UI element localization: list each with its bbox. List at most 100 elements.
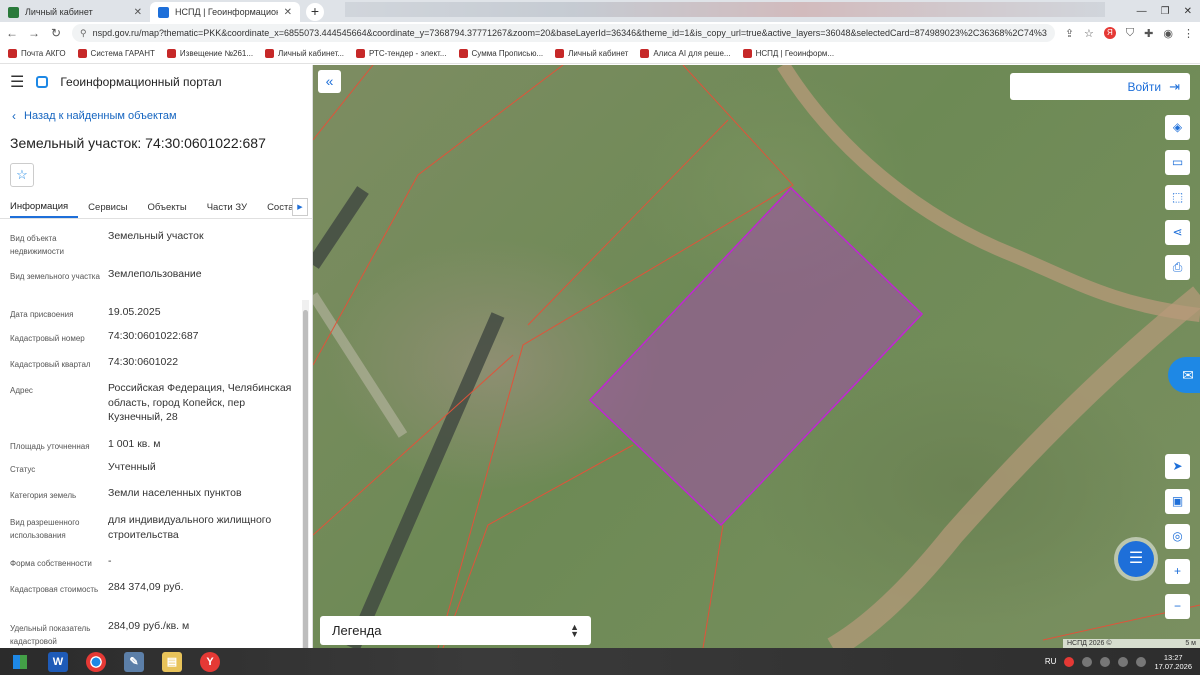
close-icon[interactable]: ✕ bbox=[134, 7, 142, 18]
clock-date: 17.07.2026 bbox=[1154, 661, 1192, 671]
browser-tab-nspd[interactable]: НСПД | Геоинформационный п ✕ bbox=[150, 2, 300, 22]
browser-tab-cabinet[interactable]: Личный кабинет ✕ bbox=[0, 2, 150, 22]
gps-button[interactable]: ◎ bbox=[1165, 524, 1190, 549]
bookmark-item[interactable]: Личный кабинет bbox=[555, 49, 628, 58]
print-icon: ⎙ bbox=[1172, 260, 1183, 274]
reload-icon[interactable]: ↻ bbox=[50, 26, 62, 40]
zoom-in-icon: + bbox=[1173, 564, 1181, 578]
zoom-out-button[interactable]: − bbox=[1165, 594, 1190, 619]
window-controls: — ❐ ✕ bbox=[1137, 6, 1200, 22]
select-icon: ⬚ bbox=[1171, 190, 1184, 204]
bookmark-favicon-icon bbox=[640, 49, 650, 58]
print-button[interactable]: ⎙ bbox=[1165, 255, 1190, 280]
puzzle-icon[interactable]: ✚ bbox=[1144, 27, 1153, 40]
basemap-button[interactable]: ▣ bbox=[1165, 489, 1190, 514]
map-overlay bbox=[313, 65, 1200, 648]
forward-arrow-icon[interactable]: → bbox=[28, 26, 40, 40]
property-label: Дата присвоения bbox=[10, 310, 74, 319]
share-button[interactable]: ⋖ bbox=[1165, 220, 1190, 245]
share-page-icon[interactable]: ⇪ bbox=[1065, 27, 1074, 40]
start-button[interactable] bbox=[0, 648, 40, 675]
taskbar-chrome[interactable] bbox=[78, 649, 114, 674]
selected-parcel[interactable] bbox=[588, 186, 924, 527]
property-value: для индивидуального жилищного строительс… bbox=[108, 514, 272, 541]
tray-app-icon[interactable] bbox=[1082, 656, 1093, 667]
property-value: 74:30:0601022:687 bbox=[108, 330, 199, 342]
tabs-scroll-right-button[interactable]: ▶ bbox=[292, 198, 308, 216]
object-card-panel: ☰ Геоинформационный портал ‹ Назад к най… bbox=[0, 65, 313, 648]
bookmark-favicon-icon bbox=[265, 49, 275, 58]
property-label: Кадастровый квартал bbox=[10, 360, 91, 369]
menu-dots-icon[interactable]: ⋮ bbox=[1183, 27, 1194, 40]
star-icon: ☆ bbox=[16, 167, 28, 182]
taskbar-explorer[interactable]: ▤ bbox=[154, 649, 190, 674]
bookmark-item[interactable]: Личный кабинет... bbox=[265, 49, 344, 58]
url-field[interactable]: ⚲ nspd.gov.ru/map?thematic=PKK&coordinat… bbox=[72, 24, 1055, 42]
tab-parcel-parts[interactable]: Части ЗУ bbox=[207, 197, 257, 218]
bookmarks-bar: Почта АКГО Система ГАРАНТ Извещение №261… bbox=[0, 44, 1200, 64]
tab-objects[interactable]: Объекты bbox=[148, 197, 197, 218]
property-value: 19.05.2025 bbox=[108, 306, 161, 318]
legend-dropdown[interactable]: Легенда ▲ ▼ bbox=[320, 616, 591, 645]
bookmark-item[interactable]: Сумма Прописью... bbox=[458, 49, 543, 58]
bookmark-item[interactable]: Система ГАРАНТ bbox=[77, 49, 155, 58]
locate-icon: ➤ bbox=[1172, 459, 1183, 473]
locate-button[interactable]: ➤ bbox=[1165, 454, 1190, 479]
tab-information[interactable]: Информация bbox=[10, 197, 79, 218]
path-track bbox=[313, 292, 408, 438]
layers-button[interactable]: ◈ bbox=[1165, 115, 1190, 140]
bookmark-item[interactable]: РТС-тендер - элект... bbox=[356, 49, 447, 58]
property-label: Удельный показатель кадастровой bbox=[10, 624, 91, 646]
restore-icon[interactable]: ❐ bbox=[1161, 6, 1170, 17]
minimize-icon[interactable]: — bbox=[1137, 6, 1147, 17]
close-window-icon[interactable]: ✕ bbox=[1184, 6, 1192, 17]
taskbar-yandex[interactable]: Y bbox=[192, 649, 228, 674]
property-label: Адрес bbox=[10, 386, 33, 395]
collapse-panel-button[interactable]: « bbox=[318, 70, 341, 93]
clock-time: 13:27 bbox=[1163, 652, 1183, 662]
new-tab-button[interactable]: + bbox=[306, 3, 324, 21]
shield-icon[interactable]: ⛉ bbox=[1126, 27, 1134, 40]
panel-scrollbar[interactable] bbox=[302, 300, 309, 648]
yandex-tray-icon[interactable] bbox=[1064, 656, 1075, 667]
bookmark-item[interactable]: Почта АКГО bbox=[8, 49, 66, 58]
chat-support-button[interactable]: ☰ bbox=[1118, 541, 1154, 577]
map-attribution: НСПД 2026 © 5 м bbox=[1063, 639, 1200, 648]
property-value: Учтенный bbox=[108, 461, 156, 473]
volume-icon[interactable] bbox=[1136, 656, 1147, 667]
language-indicator[interactable]: RU bbox=[1045, 657, 1057, 666]
profile-icon[interactable]: ◉ bbox=[1163, 27, 1173, 40]
network-icon[interactable] bbox=[1118, 656, 1129, 667]
login-button[interactable]: Войти ⇥ bbox=[1010, 73, 1190, 100]
layers-icon: ◈ bbox=[1172, 120, 1183, 134]
site-info-icon[interactable]: ⚲ bbox=[80, 28, 87, 39]
bookmark-item[interactable]: Алиса AI для реше... bbox=[640, 49, 731, 58]
tray-app-icon[interactable] bbox=[1100, 656, 1111, 667]
back-arrow-icon[interactable]: ← bbox=[6, 26, 18, 40]
chrome-icon bbox=[86, 651, 106, 672]
map-view[interactable]: « Войти ⇥ ◈ ▭ ⬚ ⋖ ⎙ ✉ ➤ ▣ ◎ ☰ + − Легенд… bbox=[313, 65, 1200, 648]
back-to-results-link[interactable]: ‹ Назад к найденным объектам bbox=[12, 109, 312, 123]
measure-button[interactable]: ▭ bbox=[1165, 150, 1190, 175]
taskbar-word[interactable]: W bbox=[40, 649, 76, 674]
gosuslugi-widget-button[interactable]: ✉ bbox=[1168, 357, 1200, 393]
taskbar-app[interactable]: ✎ bbox=[116, 649, 152, 674]
add-to-favorites-button[interactable]: ☆ bbox=[10, 163, 34, 187]
property-label: Кадастровая стоимость bbox=[10, 585, 99, 594]
bookmark-item[interactable]: Извещение №261... bbox=[166, 49, 253, 58]
blurred-tab-strip bbox=[345, 2, 1105, 17]
select-area-button[interactable]: ⬚ bbox=[1165, 185, 1190, 210]
tab-services[interactable]: Сервисы bbox=[88, 197, 137, 218]
zoom-in-button[interactable]: + bbox=[1165, 559, 1190, 584]
close-icon[interactable]: ✕ bbox=[284, 7, 292, 18]
bookmark-item[interactable]: НСПД | Геоинформ... bbox=[742, 49, 834, 58]
login-arrow-icon: ⇥ bbox=[1169, 78, 1180, 94]
bookmark-favicon-icon bbox=[458, 49, 468, 58]
bookmark-star-icon[interactable]: ☆ bbox=[1084, 27, 1094, 40]
zoom-out-icon: − bbox=[1173, 599, 1181, 613]
chat-icon: ☰ bbox=[1128, 550, 1144, 567]
scrollbar-thumb[interactable] bbox=[303, 310, 308, 648]
clock[interactable]: 13:27 17.07.2026 bbox=[1154, 653, 1192, 671]
yandex-extension-icon[interactable]: Я bbox=[1103, 27, 1116, 39]
hamburger-menu-icon[interactable]: ☰ bbox=[10, 72, 24, 92]
